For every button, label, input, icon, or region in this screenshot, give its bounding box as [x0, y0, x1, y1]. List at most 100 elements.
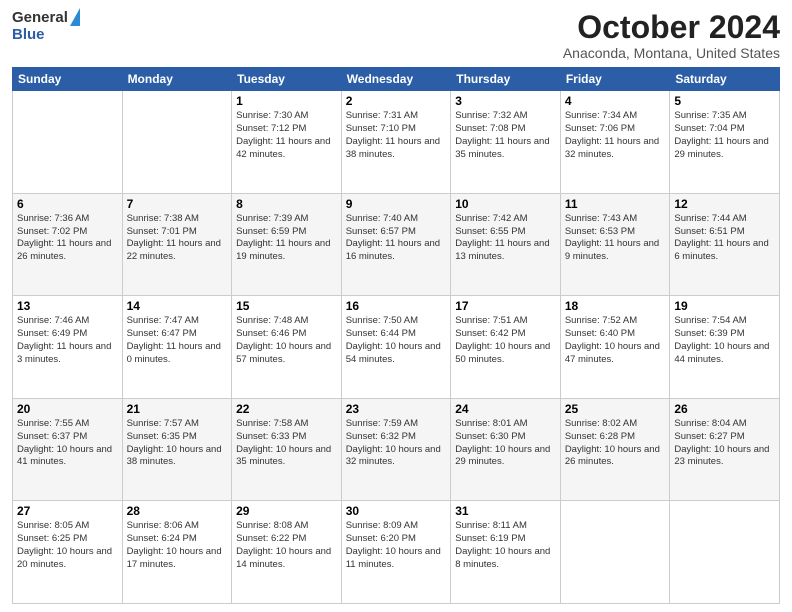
day-number: 15	[236, 299, 337, 313]
calendar-cell	[13, 91, 123, 194]
day-number: 6	[17, 197, 118, 211]
day-number: 11	[565, 197, 666, 211]
calendar-cell: 24 Sunrise: 8:01 AMSunset: 6:30 PMDayligh…	[451, 398, 561, 501]
day-info: Sunrise: 7:31 AMSunset: 7:10 PMDaylight:…	[346, 110, 447, 161]
day-info: Sunrise: 8:05 AMSunset: 6:25 PMDaylight:…	[17, 520, 118, 571]
day-info: Sunrise: 7:52 AMSunset: 6:40 PMDaylight:…	[565, 315, 666, 366]
calendar-week-row: 27 Sunrise: 8:05 AMSunset: 6:25 PMDayligh…	[13, 501, 780, 604]
day-number: 5	[674, 94, 775, 108]
day-number: 19	[674, 299, 775, 313]
calendar-week-row: 20 Sunrise: 7:55 AMSunset: 6:37 PMDayligh…	[13, 398, 780, 501]
logo-blue: Blue	[12, 27, 45, 44]
day-number: 31	[455, 504, 556, 518]
calendar-cell: 30Sunrise: 8:09 AMSunset: 6:20 PMDayligh…	[341, 501, 451, 604]
calendar-header-row: SundayMondayTuesdayWednesdayThursdayFrid…	[13, 68, 780, 91]
day-info: Sunrise: 7:44 AMSunset: 6:51 PMDaylight:…	[674, 213, 775, 264]
day-info: Sunrise: 7:54 AMSunset: 6:39 PMDaylight:…	[674, 315, 775, 366]
col-header-thursday: Thursday	[451, 68, 561, 91]
day-info: Sunrise: 7:36 AMSunset: 7:02 PMDaylight:…	[17, 213, 118, 264]
day-info: Sunrise: 8:02 AMSunset: 6:28 PMDaylight:…	[565, 418, 666, 469]
day-info: Sunrise: 7:34 AMSunset: 7:06 PMDaylight:…	[565, 110, 666, 161]
day-info: Sunrise: 7:51 AMSunset: 6:42 PMDaylight:…	[455, 315, 556, 366]
calendar-cell: 26 Sunrise: 8:04 AMSunset: 6:27 PMDayligh…	[670, 398, 780, 501]
day-info: Sunrise: 7:58 AMSunset: 6:33 PMDaylight:…	[236, 418, 337, 469]
calendar-table: SundayMondayTuesdayWednesdayThursdayFrid…	[12, 67, 780, 604]
day-info: Sunrise: 7:35 AMSunset: 7:04 PMDaylight:…	[674, 110, 775, 161]
day-number: 2	[346, 94, 447, 108]
calendar-cell: 15Sunrise: 7:48 AMSunset: 6:46 PMDayligh…	[232, 296, 342, 399]
day-info: Sunrise: 8:04 AMSunset: 6:27 PMDaylight:…	[674, 418, 775, 469]
day-number: 24	[455, 402, 556, 416]
calendar-cell: 8 Sunrise: 7:39 AMSunset: 6:59 PMDaylight…	[232, 193, 342, 296]
day-number: 27	[17, 504, 118, 518]
col-header-sunday: Sunday	[13, 68, 123, 91]
day-number: 14	[127, 299, 228, 313]
day-number: 23	[346, 402, 447, 416]
day-info: Sunrise: 7:57 AMSunset: 6:35 PMDaylight:…	[127, 418, 228, 469]
day-number: 8	[236, 197, 337, 211]
calendar-cell: 11 Sunrise: 7:43 AMSunset: 6:53 PMDayligh…	[560, 193, 670, 296]
page: General Blue October 2024 Anaconda, Mont…	[0, 0, 792, 612]
day-info: Sunrise: 7:47 AMSunset: 6:47 PMDaylight:…	[127, 315, 228, 366]
day-number: 30	[346, 504, 447, 518]
col-header-monday: Monday	[122, 68, 232, 91]
calendar-cell: 20 Sunrise: 7:55 AMSunset: 6:37 PMDayligh…	[13, 398, 123, 501]
calendar-week-row: 13Sunrise: 7:46 AMSunset: 6:49 PMDayligh…	[13, 296, 780, 399]
day-info: Sunrise: 7:42 AMSunset: 6:55 PMDaylight:…	[455, 213, 556, 264]
day-number: 28	[127, 504, 228, 518]
col-header-wednesday: Wednesday	[341, 68, 451, 91]
day-number: 9	[346, 197, 447, 211]
calendar-cell: 9 Sunrise: 7:40 AMSunset: 6:57 PMDaylight…	[341, 193, 451, 296]
day-info: Sunrise: 8:11 AMSunset: 6:19 PMDaylight:…	[455, 520, 556, 571]
calendar-cell: 7Sunrise: 7:38 AMSunset: 7:01 PMDaylight…	[122, 193, 232, 296]
day-number: 20	[17, 402, 118, 416]
col-header-friday: Friday	[560, 68, 670, 91]
calendar-cell: 5 Sunrise: 7:35 AMSunset: 7:04 PMDaylight…	[670, 91, 780, 194]
day-info: Sunrise: 7:39 AMSunset: 6:59 PMDaylight:…	[236, 213, 337, 264]
day-number: 29	[236, 504, 337, 518]
day-number: 16	[346, 299, 447, 313]
day-number: 7	[127, 197, 228, 211]
day-info: Sunrise: 7:40 AMSunset: 6:57 PMDaylight:…	[346, 213, 447, 264]
calendar-cell: 10 Sunrise: 7:42 AMSunset: 6:55 PMDayligh…	[451, 193, 561, 296]
day-info: Sunrise: 7:32 AMSunset: 7:08 PMDaylight:…	[455, 110, 556, 161]
calendar-cell: 17 Sunrise: 7:51 AMSunset: 6:42 PMDayligh…	[451, 296, 561, 399]
day-info: Sunrise: 7:46 AMSunset: 6:49 PMDaylight:…	[17, 315, 118, 366]
calendar-cell	[560, 501, 670, 604]
day-info: Sunrise: 8:06 AMSunset: 6:24 PMDaylight:…	[127, 520, 228, 571]
calendar-cell: 1Sunrise: 7:30 AMSunset: 7:12 PMDaylight…	[232, 91, 342, 194]
calendar-cell: 12 Sunrise: 7:44 AMSunset: 6:51 PMDayligh…	[670, 193, 780, 296]
calendar-cell: 2 Sunrise: 7:31 AMSunset: 7:10 PMDaylight…	[341, 91, 451, 194]
day-number: 1	[236, 94, 337, 108]
calendar-cell: 13Sunrise: 7:46 AMSunset: 6:49 PMDayligh…	[13, 296, 123, 399]
day-number: 10	[455, 197, 556, 211]
day-info: Sunrise: 7:59 AMSunset: 6:32 PMDaylight:…	[346, 418, 447, 469]
day-info: Sunrise: 7:50 AMSunset: 6:44 PMDaylight:…	[346, 315, 447, 366]
calendar-title: October 2024	[563, 10, 780, 45]
day-number: 25	[565, 402, 666, 416]
col-header-saturday: Saturday	[670, 68, 780, 91]
calendar-week-row: 6 Sunrise: 7:36 AMSunset: 7:02 PMDaylight…	[13, 193, 780, 296]
day-number: 26	[674, 402, 775, 416]
calendar-cell: 18 Sunrise: 7:52 AMSunset: 6:40 PMDayligh…	[560, 296, 670, 399]
calendar-cell: 23 Sunrise: 7:59 AMSunset: 6:32 PMDayligh…	[341, 398, 451, 501]
day-number: 18	[565, 299, 666, 313]
day-info: Sunrise: 8:01 AMSunset: 6:30 PMDaylight:…	[455, 418, 556, 469]
calendar-cell: 21 Sunrise: 7:57 AMSunset: 6:35 PMDayligh…	[122, 398, 232, 501]
calendar-cell: 29Sunrise: 8:08 AMSunset: 6:22 PMDayligh…	[232, 501, 342, 604]
day-number: 22	[236, 402, 337, 416]
day-number: 3	[455, 94, 556, 108]
calendar-cell: 4 Sunrise: 7:34 AMSunset: 7:06 PMDaylight…	[560, 91, 670, 194]
day-number: 21	[127, 402, 228, 416]
day-number: 4	[565, 94, 666, 108]
calendar-cell: 27 Sunrise: 8:05 AMSunset: 6:25 PMDayligh…	[13, 501, 123, 604]
calendar-cell: 14 Sunrise: 7:47 AMSunset: 6:47 PMDayligh…	[122, 296, 232, 399]
day-number: 12	[674, 197, 775, 211]
day-number: 17	[455, 299, 556, 313]
day-info: Sunrise: 7:43 AMSunset: 6:53 PMDaylight:…	[565, 213, 666, 264]
logo: General Blue	[12, 10, 80, 43]
calendar-cell: 16 Sunrise: 7:50 AMSunset: 6:44 PMDayligh…	[341, 296, 451, 399]
calendar-cell	[122, 91, 232, 194]
day-info: Sunrise: 7:55 AMSunset: 6:37 PMDaylight:…	[17, 418, 118, 469]
logo-general: General	[12, 10, 68, 27]
